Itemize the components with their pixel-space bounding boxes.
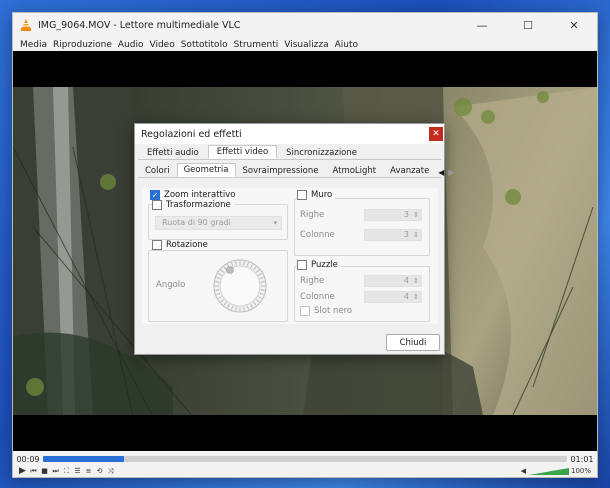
transform-select[interactable]: Ruota di 90 gradi (155, 216, 282, 230)
loop-icon[interactable]: ⟲ (94, 467, 105, 475)
zoom-label: Zoom interattivo (164, 190, 236, 200)
play-icon[interactable]: ▶ (17, 466, 28, 476)
wall-cols-label: Colonne (300, 230, 335, 240)
menu-video[interactable]: Video (150, 40, 175, 50)
volume-label: 100% (570, 467, 591, 475)
rotation-label: Rotazione (166, 240, 208, 250)
subtab-avanzate[interactable]: Avanzate (383, 164, 436, 177)
transform-label: Trasformazione (166, 200, 231, 210)
angle-label: Angolo (156, 280, 186, 290)
puzzle-cols-spinner[interactable]: 4 (364, 291, 422, 303)
zoom-check-box[interactable]: ✓ (150, 190, 160, 200)
adjustments-dialog: Regolazioni ed effetti ✕ Effetti audio E… (134, 123, 454, 355)
maximize-button[interactable]: ☐ (505, 13, 551, 37)
puzzle-check-box[interactable] (297, 260, 307, 270)
puzzle-rows-spinner[interactable]: 4 (364, 275, 422, 287)
black-slot-check-box[interactable] (300, 306, 310, 316)
control-bar: ▶ ⏮ ■ ⏭ ⛶ ☰ ≡ ⟲ ⤨ ◀ 100% (13, 465, 597, 477)
angle-dial[interactable] (212, 258, 268, 314)
wall-check-box[interactable] (297, 190, 307, 200)
dialog-title: Regolazioni ed effetti (141, 128, 242, 140)
dialog-title-bar: Regolazioni ed effetti (135, 124, 444, 144)
menu-audio[interactable]: Audio (118, 40, 144, 50)
volume-control[interactable]: ◀ 100% (521, 467, 591, 475)
close-window-button[interactable]: ✕ (551, 13, 597, 37)
black-slot-label: Slot nero (314, 306, 353, 316)
black-slot-checkbox[interactable]: Slot nero (300, 306, 352, 316)
menu-visualizza[interactable]: Visualizza (284, 40, 328, 50)
tab-effetti-audio[interactable]: Effetti audio (138, 146, 208, 159)
menu-bar: Media Riproduzione Audio Video Sottotito… (13, 37, 597, 52)
volume-bar[interactable] (528, 467, 569, 475)
rotation-check-box[interactable] (152, 240, 162, 250)
menu-riproduzione[interactable]: Riproduzione (53, 40, 112, 50)
video-subtabs: Colori Geometria Sovraimpressione AtmoLi… (138, 163, 454, 178)
wall-group (294, 198, 430, 256)
wall-cols-spinner[interactable]: 3 (364, 229, 422, 241)
wall-checkbox[interactable]: Muro (297, 190, 336, 200)
puzzle-rows-label: Righe (300, 276, 325, 286)
main-tabs: Effetti audio Effetti video Sincronizzaz… (138, 145, 441, 160)
seek-row: 00:09 01:01 (13, 453, 597, 465)
menu-strumenti[interactable]: Strumenti (234, 40, 279, 50)
tab-effetti-video[interactable]: Effetti video (207, 145, 278, 159)
total-time: 01:01 (570, 454, 594, 464)
playlist-icon[interactable]: ≡ (83, 467, 94, 475)
subtab-geometria[interactable]: Geometria (176, 163, 236, 177)
geometry-panel: ✓ Zoom interattivo Trasformazione Ruota … (142, 188, 438, 324)
wall-rows-spinner[interactable]: 3 (364, 209, 422, 221)
scroll-left-icon[interactable]: ◀ (436, 168, 446, 177)
tab-sincronizzazione[interactable]: Sincronizzazione (277, 146, 366, 159)
vlc-cone-icon (21, 19, 31, 31)
menu-media[interactable]: Media (20, 40, 47, 50)
subtab-sovraimpressione[interactable]: Sovraimpressione (236, 164, 326, 177)
previous-icon[interactable]: ⏮ (28, 467, 39, 476)
subtab-colori[interactable]: Colori (138, 164, 177, 177)
window-title: IMG_9064.MOV - Lettore multimediale VLC (38, 19, 241, 31)
dialog-close-button[interactable]: ✕ (429, 127, 443, 141)
fullscreen-icon[interactable]: ⛶ (61, 467, 72, 476)
puzzle-cols-label: Colonne (300, 292, 335, 302)
transform-check-box[interactable] (152, 200, 162, 210)
subtab-scroll: ◀ ▶ (436, 168, 456, 177)
rotation-checkbox[interactable]: Rotazione (152, 240, 211, 250)
wall-label: Muro (311, 190, 333, 200)
menu-sottotitolo[interactable]: Sottotitolo (181, 40, 228, 50)
title-bar: IMG_9064.MOV - Lettore multimediale VLC … (13, 13, 597, 37)
menu-aiuto[interactable]: Aiuto (335, 40, 358, 50)
seek-bar[interactable] (43, 456, 567, 462)
next-icon[interactable]: ⏭ (50, 467, 61, 476)
minimize-button[interactable]: — (459, 13, 505, 37)
seek-progress (43, 456, 125, 462)
shuffle-icon[interactable]: ⤨ (105, 467, 116, 476)
puzzle-label: Puzzle (311, 260, 338, 270)
stop-icon[interactable]: ■ (39, 467, 50, 475)
extended-settings-icon[interactable]: ☰ (72, 467, 83, 475)
scroll-right-icon[interactable]: ▶ (446, 168, 456, 177)
zoom-checkbox[interactable]: ✓ Zoom interattivo (150, 190, 235, 200)
elapsed-time: 00:09 (16, 454, 40, 464)
subtab-atmolight[interactable]: AtmoLight (325, 164, 383, 177)
close-dialog-button[interactable]: Chiudi (386, 334, 440, 351)
speaker-icon[interactable]: ◀ (521, 467, 526, 475)
wall-rows-label: Righe (300, 210, 325, 220)
puzzle-checkbox[interactable]: Puzzle (297, 260, 341, 270)
transform-checkbox[interactable]: Trasformazione (152, 200, 234, 210)
